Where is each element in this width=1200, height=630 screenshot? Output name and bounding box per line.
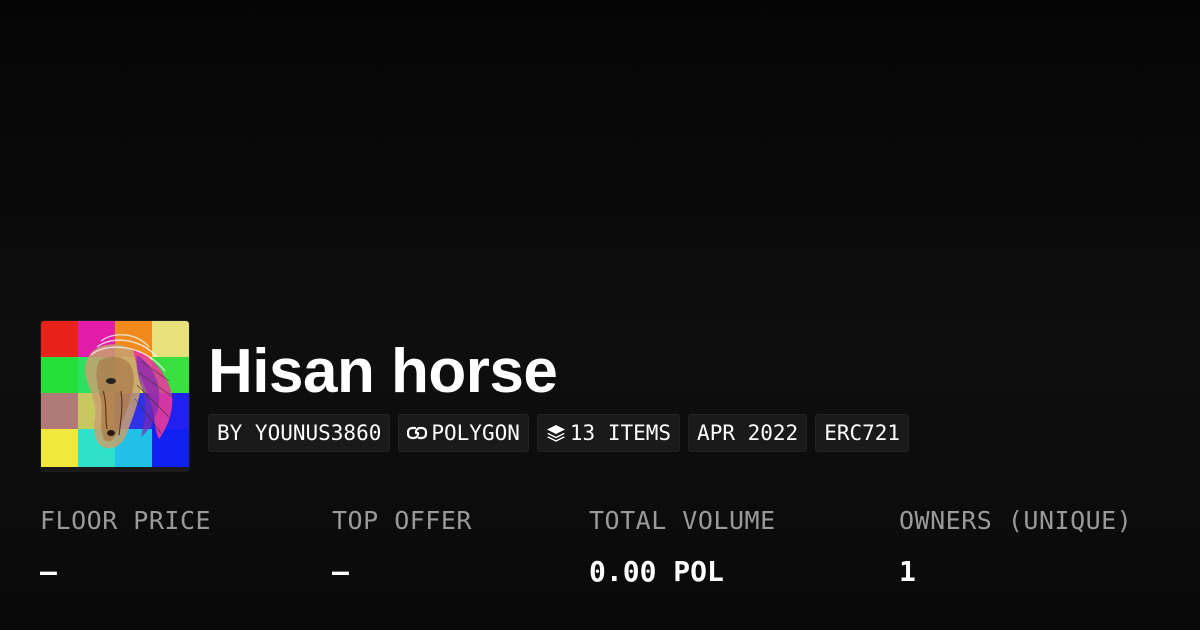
tag-standard-label: ERC721	[824, 421, 901, 445]
tag-chain[interactable]: POLYGON	[398, 414, 529, 452]
stat-floor-price-label: FLOOR PRICE	[40, 506, 212, 535]
header-text: Hisan horse BY YOUNUS3860 POLYGON 13 ITE…	[208, 320, 910, 452]
tag-creator[interactable]: BY YOUNUS3860	[208, 414, 391, 452]
tag-date: APR 2022	[688, 414, 808, 452]
stat-floor-price: FLOOR PRICE –	[40, 502, 211, 591]
tag-creator-label: BY YOUNUS3860	[217, 421, 382, 445]
collection-tags: BY YOUNUS3860 POLYGON 13 ITEMS APR 2022 …	[208, 414, 910, 452]
collection-header: Hisan horse BY YOUNUS3860 POLYGON 13 ITE…	[40, 320, 910, 472]
collection-title: Hisan horse	[208, 337, 558, 406]
stat-top-offer: TOP OFFER –	[332, 502, 472, 591]
stat-top-offer-label: TOP OFFER	[332, 506, 472, 535]
stat-floor-price-value: –	[40, 555, 57, 588]
stat-total-volume-value: 0.00 POL	[589, 555, 724, 588]
stat-total-volume-label: TOTAL VOLUME	[589, 506, 776, 535]
tag-standard: ERC721	[815, 414, 910, 452]
chain-link-icon	[407, 424, 428, 442]
layers-icon	[546, 424, 566, 442]
horse-artwork-image	[41, 321, 189, 471]
tag-chain-label: POLYGON	[431, 421, 520, 445]
stat-top-offer-value: –	[332, 555, 349, 588]
stat-owners-label: OWNERS (UNIQUE)	[899, 506, 1133, 535]
tag-items[interactable]: 13 ITEMS	[536, 414, 681, 452]
collection-avatar[interactable]	[40, 320, 190, 472]
collection-stats: FLOOR PRICE – TOP OFFER – TOTAL VOLUME 0…	[40, 502, 1180, 602]
stat-owners: OWNERS (UNIQUE) 1	[899, 502, 1132, 591]
tag-items-label: 13 ITEMS	[569, 421, 672, 445]
stat-owners-value: 1	[899, 555, 916, 588]
tag-date-label: APR 2022	[697, 421, 799, 445]
stat-total-volume: TOTAL VOLUME 0.00 POL	[589, 502, 776, 591]
